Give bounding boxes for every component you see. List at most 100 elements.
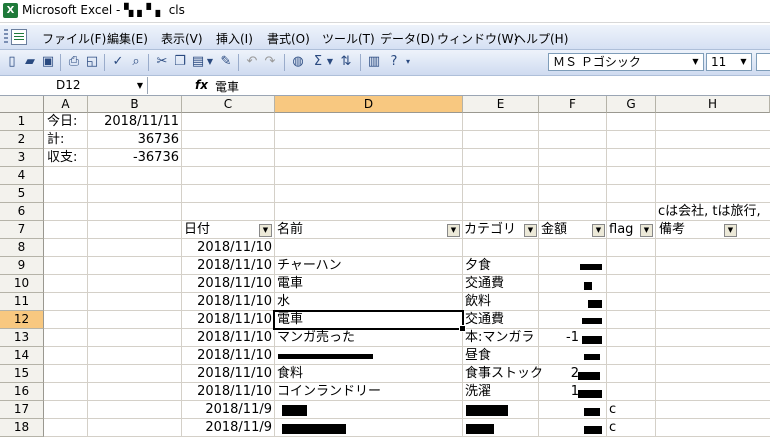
font-size-select[interactable]: 11 ▼ <box>706 53 752 71</box>
record-date[interactable]: 2018/11/10 <box>182 329 272 347</box>
row-header-18[interactable]: 18 <box>0 419 44 437</box>
today-label[interactable]: 今日: <box>47 113 77 131</box>
redo-icon[interactable]: ↷ <box>262 54 278 70</box>
record-name[interactable]: コインランドリー <box>277 383 461 401</box>
record-category[interactable]: 交通費 <box>465 311 537 329</box>
record-amount[interactable] <box>539 419 579 437</box>
menu-format[interactable]: 書式(O) <box>267 30 310 47</box>
record-name[interactable]: 食料 <box>277 365 461 383</box>
column-header-d[interactable]: D <box>275 96 463 113</box>
sort-ascending-icon[interactable]: ⇅ <box>338 54 354 70</box>
autosum-icon[interactable]: Σ <box>310 54 326 70</box>
record-amount[interactable] <box>539 401 579 419</box>
record-category[interactable]: 食事ストック <box>465 365 543 383</box>
row-header-6[interactable]: 6 <box>0 203 44 221</box>
record-date[interactable]: 2018/11/10 <box>182 239 272 257</box>
record-flag[interactable] <box>609 347 629 365</box>
record-name[interactable]: 電車 <box>277 275 461 293</box>
column-header-h[interactable]: H <box>656 96 770 113</box>
header-flag[interactable]: flag <box>609 221 633 239</box>
help-icon[interactable]: ? <box>386 54 402 70</box>
total-value[interactable]: 36736 <box>88 131 179 149</box>
balance-label[interactable]: 収支: <box>47 149 77 167</box>
row-header-12[interactable]: 12 <box>0 311 44 329</box>
menu-help[interactable]: ヘルプ(H) <box>514 30 568 47</box>
toolbar-options-icon[interactable]: ▾ <box>404 54 412 70</box>
record-date[interactable]: 2018/11/10 <box>182 311 272 329</box>
row-header-15[interactable]: 15 <box>0 365 44 383</box>
header-amount[interactable]: 金額 <box>541 221 567 239</box>
record-category[interactable]: 飲料 <box>465 293 537 311</box>
row-header-8[interactable]: 8 <box>0 239 44 257</box>
record-amount[interactable] <box>539 311 579 329</box>
record-flag[interactable] <box>609 257 629 275</box>
paste-icon[interactable]: ▤ <box>190 54 206 70</box>
record-category[interactable]: 夕食 <box>465 257 537 275</box>
record-date[interactable]: 2018/11/10 <box>182 365 272 383</box>
new-icon[interactable]: ▯ <box>4 54 20 70</box>
record-flag[interactable] <box>609 329 629 347</box>
flag-note[interactable]: cは会社, tは旅行, <box>658 203 761 221</box>
record-category[interactable] <box>465 239 537 257</box>
chevron-down-icon[interactable]: ▼ <box>690 56 701 68</box>
record-date[interactable]: 2018/11/10 <box>182 275 272 293</box>
record-date[interactable]: 2018/11/10 <box>182 293 272 311</box>
filter-dropdown-icon[interactable]: ▼ <box>640 224 653 237</box>
row-header-10[interactable]: 10 <box>0 275 44 293</box>
record-date[interactable]: 2018/11/10 <box>182 347 272 365</box>
workbook-icon[interactable] <box>11 29 27 45</box>
menu-data[interactable]: データ(D) <box>380 30 435 47</box>
menu-tools[interactable]: ツール(T) <box>322 30 375 47</box>
row-header-14[interactable]: 14 <box>0 347 44 365</box>
record-category[interactable]: 本:マンガラ <box>465 329 537 347</box>
open-icon[interactable]: ▰ <box>22 54 38 70</box>
menu-edit[interactable]: 編集(E) <box>107 30 148 47</box>
filter-dropdown-icon[interactable]: ▼ <box>592 224 605 237</box>
column-header-f[interactable]: F <box>539 96 607 113</box>
row-header-7[interactable]: 7 <box>0 221 44 239</box>
record-flag[interactable]: c <box>609 419 629 437</box>
chevron-down-icon[interactable]: ▼ <box>738 56 749 68</box>
record-amount[interactable] <box>539 293 579 311</box>
filter-dropdown-icon[interactable]: ▼ <box>724 224 737 237</box>
paste-dropdown-icon[interactable]: ▼ <box>206 54 214 70</box>
research-icon[interactable]: ⌕ <box>128 54 144 70</box>
record-flag[interactable] <box>609 239 629 257</box>
bold-button[interactable] <box>756 53 770 71</box>
record-flag[interactable]: c <box>609 401 629 419</box>
record-date[interactable]: 2018/11/10 <box>182 257 272 275</box>
record-name[interactable]: チャーハン <box>277 257 461 275</box>
filter-dropdown-icon[interactable]: ▼ <box>447 224 460 237</box>
header-memo[interactable]: 備考 <box>659 221 685 239</box>
menu-insert[interactable]: 挿入(I) <box>216 30 253 47</box>
chart-wizard-icon[interactable]: ▥ <box>366 54 382 70</box>
excel-app-icon[interactable]: X <box>3 3 18 18</box>
print-icon[interactable]: ⎙ <box>66 54 82 70</box>
row-header-13[interactable]: 13 <box>0 329 44 347</box>
record-name[interactable]: マンガ売った <box>277 329 461 347</box>
column-header-g[interactable]: G <box>607 96 656 113</box>
print-preview-icon[interactable]: ◱ <box>84 54 100 70</box>
row-header-9[interactable]: 9 <box>0 257 44 275</box>
record-date[interactable]: 2018/11/10 <box>182 383 272 401</box>
column-header-c[interactable]: C <box>182 96 275 113</box>
record-category[interactable]: 交通費 <box>465 275 537 293</box>
record-date[interactable]: 2018/11/9 <box>182 401 272 419</box>
column-header-a[interactable]: A <box>44 96 88 113</box>
row-header-11[interactable]: 11 <box>0 293 44 311</box>
record-amount[interactable] <box>539 257 579 275</box>
record-amount[interactable] <box>539 239 579 257</box>
record-amount[interactable]: -1 <box>539 329 579 347</box>
row-header-5[interactable]: 5 <box>0 185 44 203</box>
filter-dropdown-icon[interactable]: ▼ <box>259 224 272 237</box>
record-flag[interactable] <box>609 293 629 311</box>
record-category[interactable]: 洗濯 <box>465 383 537 401</box>
header-name[interactable]: 名前 <box>277 221 303 239</box>
today-value[interactable]: 2018/11/11 <box>88 113 179 131</box>
menu-grip-handle[interactable] <box>4 29 8 45</box>
row-header-16[interactable]: 16 <box>0 383 44 401</box>
record-name[interactable]: 水 <box>277 293 461 311</box>
format-painter-icon[interactable]: ✎ <box>218 54 234 70</box>
header-category[interactable]: カテゴリ <box>464 221 516 239</box>
hyperlink-icon[interactable]: ◍ <box>290 54 306 70</box>
